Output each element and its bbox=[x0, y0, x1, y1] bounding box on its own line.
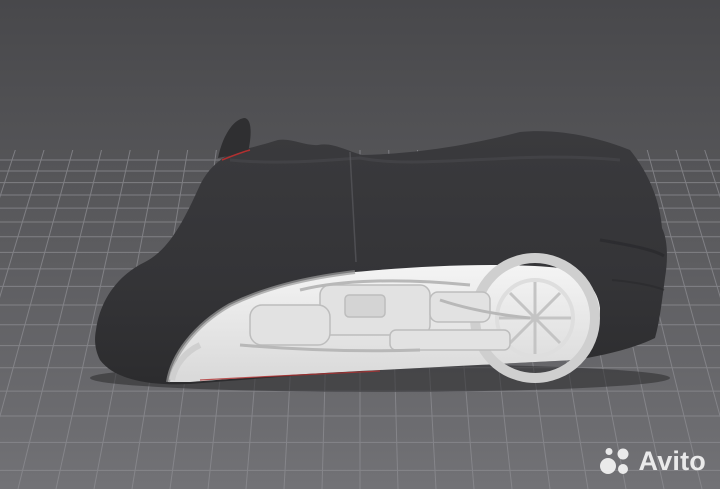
watermark-text: Avito bbox=[638, 446, 706, 476]
render-canvas bbox=[0, 0, 720, 489]
avito-logo-icon bbox=[599, 447, 628, 474]
avito-watermark: Avito bbox=[599, 446, 707, 477]
